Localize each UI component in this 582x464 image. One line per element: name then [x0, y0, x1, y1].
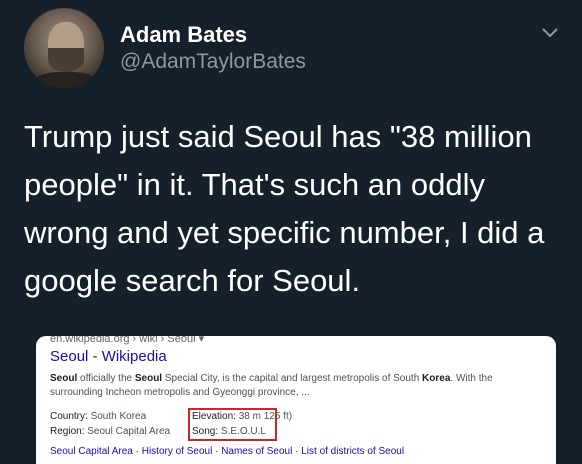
avatar-shirt	[32, 72, 100, 88]
display-name[interactable]: Adam Bates	[120, 22, 247, 48]
highlight-box	[188, 408, 277, 441]
tweet: Adam Bates @AdamTaylorBates Trump just s…	[0, 0, 582, 464]
avatar-beard	[48, 48, 84, 72]
result-title: Seoul - Wikipedia	[50, 348, 167, 365]
region-value: Seoul Capital Area	[84, 426, 171, 437]
tweet-text: Trump just said Seoul has "38 million pe…	[24, 119, 545, 298]
chevron-down-icon[interactable]	[540, 26, 560, 40]
result-facts: Country: South Korea Region: Seoul Capit…	[50, 408, 530, 441]
user-handle[interactable]: @AdamTaylorBates	[120, 50, 306, 74]
result-snippet: Seoul officially the Seoul Special City,…	[50, 373, 493, 398]
country-label: Country:	[50, 411, 88, 422]
region-label: Region:	[50, 426, 85, 437]
result-links: Seoul Capital Area · History of Seoul · …	[50, 446, 405, 457]
embedded-screenshot[interactable]: en.wikipedia.org › wiki › Seoul ▾ Seoul …	[36, 336, 556, 464]
result-url: en.wikipedia.org › wiki › Seoul ▾	[50, 336, 205, 345]
avatar[interactable]	[24, 8, 104, 88]
country-value: South Korea	[87, 411, 147, 422]
